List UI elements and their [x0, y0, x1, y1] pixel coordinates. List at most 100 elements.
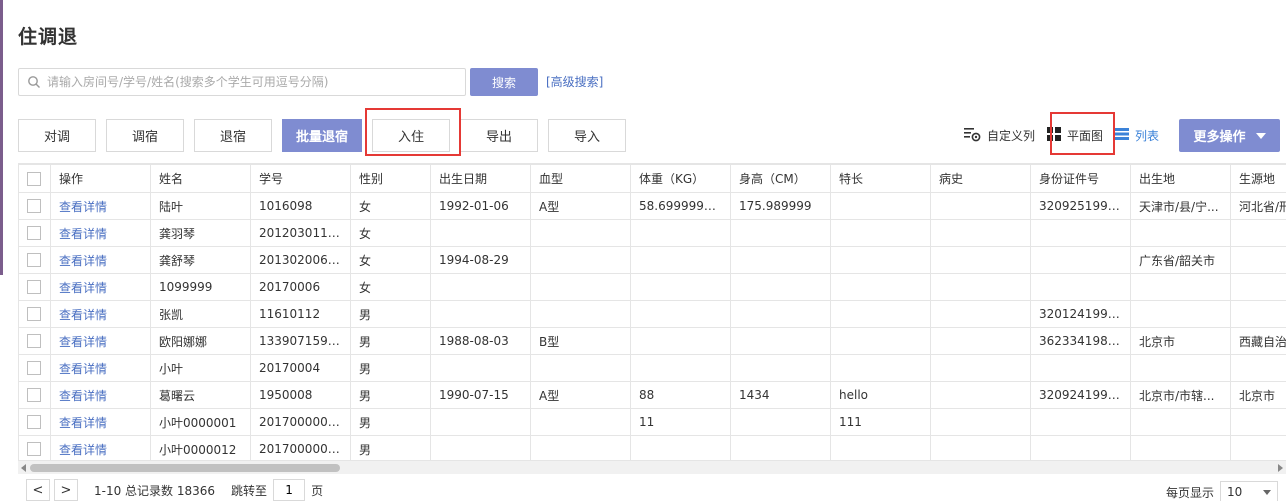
- table-cell: 西藏自治...: [1230, 327, 1286, 355]
- column-header[interactable]: 特长: [830, 164, 931, 193]
- row-select-cell[interactable]: [18, 300, 51, 328]
- transfer-dorm-button[interactable]: 调宿: [106, 119, 184, 152]
- next-page-button[interactable]: >: [54, 479, 78, 501]
- scroll-left-icon[interactable]: [21, 464, 26, 472]
- column-header[interactable]: 身份证件号: [1030, 164, 1131, 193]
- table-cell: [730, 246, 831, 274]
- column-header[interactable]: 体重（KG）: [630, 164, 731, 193]
- table-cell: [730, 300, 831, 328]
- row-checkbox[interactable]: [27, 253, 41, 268]
- table-cell: [530, 273, 631, 301]
- view-details-link[interactable]: 查看详情: [50, 435, 151, 460]
- view-details-link[interactable]: 查看详情: [50, 219, 151, 247]
- column-header[interactable]: 性别: [350, 164, 431, 193]
- view-details-link[interactable]: 查看详情: [50, 300, 151, 328]
- table-cell: [830, 327, 931, 355]
- table-row[interactable]: 查看详情 欧阳娜娜 13390715944 男 1988-08-03 B型 36233419…: [18, 327, 1286, 355]
- row-checkbox[interactable]: [27, 442, 41, 457]
- row-select-cell[interactable]: [18, 246, 51, 274]
- table-cell: [430, 219, 531, 247]
- batch-checkout-button[interactable]: 批量退宿: [282, 119, 362, 152]
- view-details-link[interactable]: 查看详情: [50, 327, 151, 355]
- import-button[interactable]: 导入: [548, 119, 626, 152]
- jump-page-input[interactable]: [273, 479, 306, 501]
- per-page-select[interactable]: 10: [1220, 481, 1279, 501]
- scroll-right-icon[interactable]: [1278, 464, 1283, 472]
- view-details-link[interactable]: 查看详情: [50, 354, 151, 382]
- table-cell: 北京市/市辖...: [1130, 381, 1231, 409]
- row-checkbox[interactable]: [27, 361, 41, 376]
- select-all-cell[interactable]: [18, 164, 51, 193]
- select-all-checkbox[interactable]: [27, 171, 41, 186]
- column-header[interactable]: 病史: [930, 164, 1031, 193]
- more-actions-button[interactable]: 更多操作: [1179, 119, 1280, 152]
- column-header[interactable]: 姓名: [150, 164, 251, 193]
- row-checkbox[interactable]: [27, 415, 41, 430]
- floor-plan-button[interactable]: 平面图: [1047, 127, 1103, 144]
- column-header[interactable]: 生源地: [1230, 164, 1286, 193]
- row-select-cell[interactable]: [18, 435, 51, 460]
- swap-button[interactable]: 对调: [18, 119, 96, 152]
- view-details-link[interactable]: 查看详情: [50, 381, 151, 409]
- table-row[interactable]: 查看详情 小叶 20170004 男: [18, 354, 1286, 382]
- column-header[interactable]: 身高（CM）: [730, 164, 831, 193]
- column-header[interactable]: 出生地: [1130, 164, 1231, 193]
- row-select-cell[interactable]: [18, 408, 51, 436]
- table-row[interactable]: 查看详情 1099999 20170006 女: [18, 273, 1286, 301]
- table-cell: [930, 408, 1031, 436]
- custom-columns-button[interactable]: 自定义列: [963, 126, 1035, 145]
- table-row[interactable]: 查看详情 陆叶 1016098 女 1992-01-06 A型 58.6999999... 1…: [18, 192, 1286, 220]
- table-cell: 1994-08-29: [430, 246, 531, 274]
- row-checkbox[interactable]: [27, 199, 41, 214]
- table-row[interactable]: 查看详情 龚舒琴 20130200690 女 1994-08-29 广东省/韶关市: [18, 246, 1286, 274]
- table-cell: [830, 273, 931, 301]
- table-cell: [930, 354, 1031, 382]
- row-select-cell[interactable]: [18, 192, 51, 220]
- table-cell: [1230, 408, 1286, 436]
- table-cell: [1230, 219, 1286, 247]
- row-checkbox[interactable]: [27, 388, 41, 403]
- custom-columns-icon: [963, 126, 981, 145]
- row-select-cell[interactable]: [18, 273, 51, 301]
- column-header[interactable]: 学号: [250, 164, 351, 193]
- table-cell: [630, 435, 731, 460]
- checkout-button[interactable]: 退宿: [194, 119, 272, 152]
- row-checkbox[interactable]: [27, 280, 41, 295]
- advanced-search-link[interactable]: [高级搜索]: [546, 73, 603, 90]
- view-details-link[interactable]: 查看详情: [50, 192, 151, 220]
- table-cell: 葛曙云: [150, 381, 251, 409]
- table-cell: 龚舒琴: [150, 246, 251, 274]
- table-row[interactable]: 查看详情 小叶0000001 20170000001 男 11 111: [18, 408, 1286, 436]
- search-input[interactable]: [41, 70, 465, 94]
- column-header[interactable]: 血型: [530, 164, 631, 193]
- export-button[interactable]: 导出: [460, 119, 538, 152]
- horizontal-scrollbar[interactable]: [18, 460, 1286, 474]
- table-row[interactable]: 查看详情 葛曙云 1950008 男 1990-07-15 A型 88 1434 hello 32…: [18, 381, 1286, 409]
- column-header[interactable]: 出生日期: [430, 164, 531, 193]
- scrollbar-thumb[interactable]: [30, 464, 340, 472]
- row-checkbox[interactable]: [27, 226, 41, 241]
- table-cell: [830, 300, 931, 328]
- view-details-link[interactable]: 查看详情: [50, 273, 151, 301]
- search-icon: [27, 75, 41, 89]
- row-select-cell[interactable]: [18, 354, 51, 382]
- table-cell: [1130, 300, 1231, 328]
- prev-page-button[interactable]: <: [26, 479, 50, 501]
- table-cell: 女: [350, 219, 431, 247]
- row-select-cell[interactable]: [18, 219, 51, 247]
- row-select-cell[interactable]: [18, 327, 51, 355]
- list-view-button[interactable]: 列表: [1115, 127, 1159, 144]
- search-button[interactable]: 搜索: [470, 68, 538, 96]
- view-details-link[interactable]: 查看详情: [50, 246, 151, 274]
- grid-icon: [1047, 127, 1062, 144]
- view-details-link[interactable]: 查看详情: [50, 408, 151, 436]
- row-select-cell[interactable]: [18, 381, 51, 409]
- table-row[interactable]: 查看详情 小叶0000012 20170000012 男: [18, 435, 1286, 460]
- row-checkbox[interactable]: [27, 334, 41, 349]
- check-in-button[interactable]: 入住: [372, 119, 450, 152]
- table-cell: 男: [350, 300, 431, 328]
- row-checkbox[interactable]: [27, 307, 41, 322]
- table-row[interactable]: 查看详情 张凯 11610112 男 3201241990...: [18, 300, 1286, 328]
- table-cell: [930, 381, 1031, 409]
- table-row[interactable]: 查看详情 龚羽琴 20120301136 女: [18, 219, 1286, 247]
